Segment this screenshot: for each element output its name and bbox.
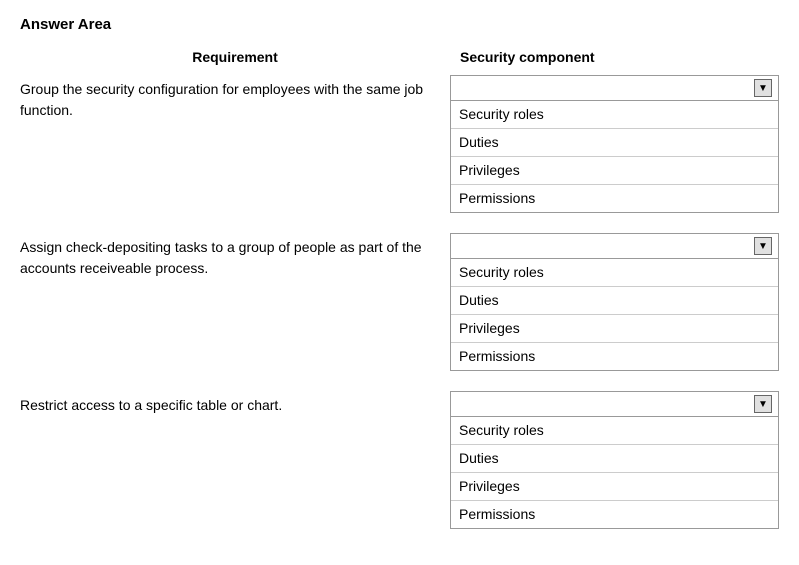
dropdown-option-2-2[interactable]: Duties	[451, 287, 778, 315]
dropdown-option-1-4[interactable]: Permissions	[451, 185, 778, 212]
question-row-2: Assign check-depositing tasks to a group…	[20, 233, 779, 371]
header-row: Requirement Security component	[20, 49, 779, 65]
dropdown-header-1[interactable]: ▼	[451, 76, 778, 101]
dropdown-container-3: ▼Security rolesDutiesPrivilegesPermissio…	[450, 391, 779, 529]
requirement-text-2: Assign check-depositing tasks to a group…	[20, 233, 450, 279]
question-row-3: Restrict access to a specific table or c…	[20, 391, 779, 529]
dropdown-arrow-3[interactable]: ▼	[754, 395, 772, 413]
requirement-text-1: Group the security configuration for emp…	[20, 75, 450, 121]
security-header: Security component	[450, 49, 779, 65]
dropdown-option-3-3[interactable]: Privileges	[451, 473, 778, 501]
answer-area-title: Answer Area	[20, 16, 779, 33]
dropdown-container-2: ▼ Security rolesDutiesPrivilegesPermissio…	[450, 233, 779, 371]
dropdown-header-3[interactable]: ▼	[451, 392, 778, 417]
dropdown-container-1: ▼ Security rolesDutiesPrivilegesPermissio…	[450, 75, 779, 213]
dropdown-option-2-3[interactable]: Privileges	[451, 315, 778, 343]
requirement-header: Requirement	[20, 49, 450, 65]
dropdown-option-1-3[interactable]: Privileges	[451, 157, 778, 185]
dropdown-option-2-1[interactable]: Security roles	[451, 259, 778, 287]
dropdown-arrow-1[interactable]: ▼	[754, 79, 772, 97]
dropdown-arrow-2[interactable]: ▼	[754, 237, 772, 255]
table-container: Requirement Security component Group the…	[20, 49, 779, 529]
dropdown-option-3-1[interactable]: Security roles	[451, 417, 778, 445]
dropdown-option-2-4[interactable]: Permissions	[451, 343, 778, 370]
dropdown-header-2[interactable]: ▼	[451, 234, 778, 259]
dropdown-option-3-2[interactable]: Duties	[451, 445, 778, 473]
question-row-1: Group the security configuration for emp…	[20, 75, 779, 213]
dropdown-option-1-1[interactable]: Security roles	[451, 101, 778, 129]
requirement-text-3: Restrict access to a specific table or c…	[20, 391, 450, 416]
dropdown-option-1-2[interactable]: Duties	[451, 129, 778, 157]
